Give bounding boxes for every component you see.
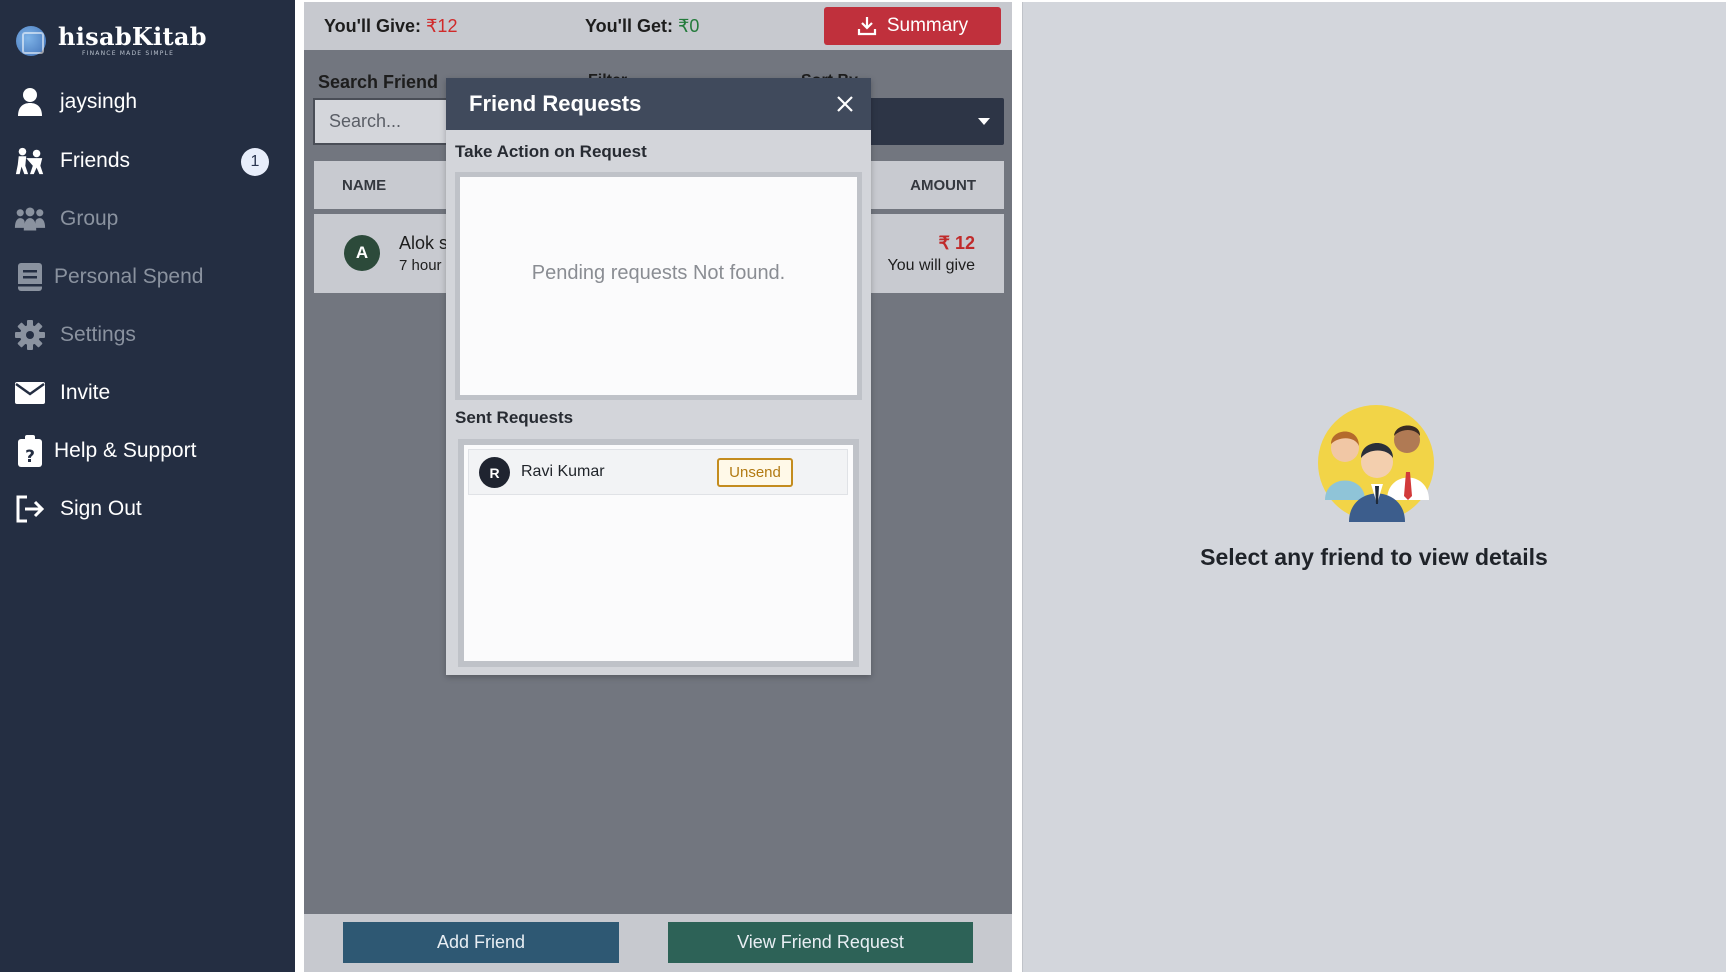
logo[interactable]: hisabKitab FINANCE MADE SIMPLE [16, 24, 207, 57]
user-icon [14, 86, 46, 118]
column-header-name: NAME [342, 177, 387, 194]
friends-illustration [1318, 405, 1434, 522]
get-label: You'll Get: [585, 16, 673, 36]
avatar: R [479, 457, 510, 488]
search-label: Search Friend [318, 72, 439, 92]
friend-amount: ₹ 12 [938, 233, 975, 253]
sidebar-item-label: Invite [60, 381, 111, 404]
sidebar-item-label: Group [60, 207, 119, 230]
sidebar-item-label: Friends [60, 149, 131, 172]
view-friend-request-button[interactable]: View Friend Request [668, 922, 973, 963]
sent-requests-title: Sent Requests [455, 408, 574, 427]
modal-title: Friend Requests [469, 91, 642, 116]
details-panel: Select any friend to view details [1022, 2, 1726, 972]
close-icon [837, 96, 853, 112]
friends-icon [14, 145, 46, 177]
friend-requests-modal: Friend Requests Take Action on Request P… [446, 78, 871, 675]
friends-count-badge: 1 [241, 148, 269, 176]
sidebar-item-help[interactable]: ? Help & Support [14, 431, 196, 471]
sidebar-item-settings[interactable]: Settings [14, 315, 136, 355]
pending-requests-box: Pending requests Not found. [455, 172, 862, 400]
bottom-bar: Add Friend View Friend Request [304, 914, 1012, 972]
sign-out-icon [14, 493, 46, 525]
add-friend-button[interactable]: Add Friend [343, 922, 619, 963]
sidebar: hisabKitab FINANCE MADE SIMPLE jaysingh … [0, 0, 295, 972]
notebook-icon [14, 261, 46, 293]
close-button[interactable] [831, 90, 859, 118]
logo-text: hisabKitab FINANCE MADE SIMPLE [58, 22, 207, 58]
unsend-button[interactable]: Unsend [717, 458, 793, 487]
empty-state-message: Select any friend to view details [1200, 544, 1548, 570]
sidebar-item-label: Personal Spend [54, 265, 204, 288]
sidebar-item-friends[interactable]: Friends [14, 141, 130, 181]
logo-name: hisabKitab [58, 22, 207, 51]
summary-bar: You'll Give: ₹12 You'll Get: ₹0 Summary [304, 2, 1012, 50]
sidebar-item-label: Sign Out [60, 497, 142, 520]
sidebar-item-label: Settings [60, 323, 136, 346]
get-amount: ₹0 [677, 16, 700, 36]
group-icon [14, 203, 46, 235]
you-give: You'll Give: ₹12 [324, 16, 457, 37]
sent-request-name: Ravi Kumar [521, 463, 605, 480]
friend-balance-status: You will give [887, 257, 975, 274]
sidebar-item-sign-out[interactable]: Sign Out [14, 489, 142, 529]
clipboard-help-icon: ? [14, 435, 46, 467]
friend-name: Alok s [399, 233, 449, 253]
sent-requests-list: R Ravi Kumar Unsend [464, 445, 853, 661]
sidebar-item-label: jaysingh [60, 90, 138, 113]
chevron-down-icon [978, 118, 990, 125]
sidebar-item-group[interactable]: Group [14, 199, 118, 239]
give-amount: ₹12 [425, 16, 458, 36]
friend-time: 7 hour [399, 257, 442, 274]
logo-tagline: FINANCE MADE SIMPLE [82, 50, 175, 57]
sidebar-item-profile[interactable]: jaysingh [14, 82, 137, 122]
pending-empty-message: Pending requests Not found. [531, 261, 786, 284]
pending-requests-list: Pending requests Not found. [460, 177, 857, 395]
modal-header: Friend Requests [446, 78, 871, 130]
download-icon [857, 17, 876, 36]
sent-requests-box: R Ravi Kumar Unsend [458, 439, 859, 667]
svg-text:?: ? [25, 447, 35, 467]
list-item: R Ravi Kumar Unsend [468, 449, 848, 495]
logo-globe-icon [16, 25, 46, 56]
sidebar-item-label: Help & Support [54, 439, 197, 462]
you-get: You'll Get: ₹0 [585, 16, 699, 37]
give-label: You'll Give: [324, 16, 421, 36]
column-header-amount: AMOUNT [910, 177, 976, 194]
summary-button-label: Summary [886, 15, 969, 36]
take-action-title: Take Action on Request [455, 142, 647, 161]
app-root: hisabKitab FINANCE MADE SIMPLE jaysingh … [0, 0, 1726, 972]
sidebar-item-invite[interactable]: Invite [14, 373, 110, 413]
avatar: A [344, 235, 380, 271]
envelope-icon [14, 377, 46, 409]
sidebar-item-personal-spend[interactable]: Personal Spend [14, 257, 203, 297]
gear-icon [14, 319, 46, 351]
summary-button[interactable]: Summary [824, 7, 1001, 45]
